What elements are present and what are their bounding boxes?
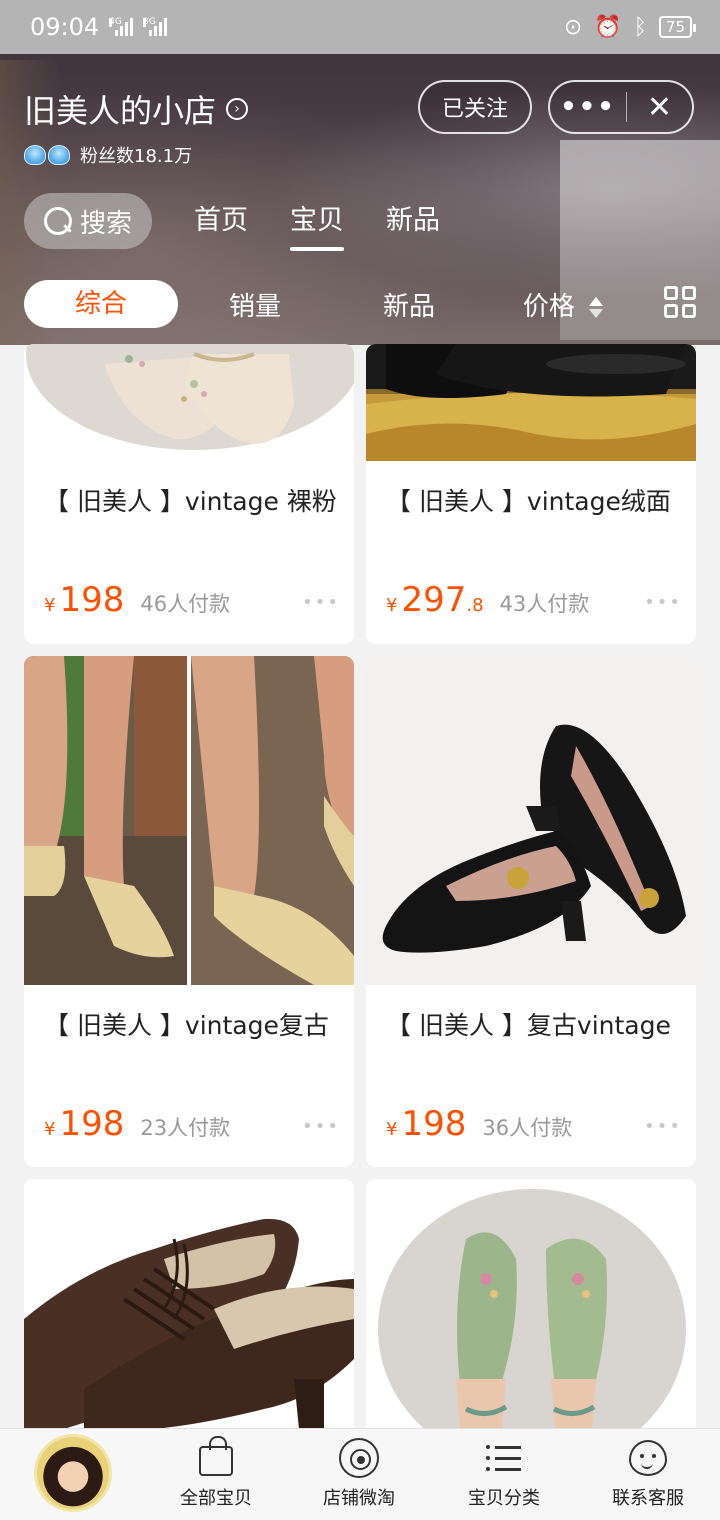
currency-symbol: ¥: [386, 1119, 398, 1140]
sort-sales[interactable]: 销量: [178, 286, 332, 323]
chevron-right-icon: ›: [226, 98, 249, 120]
product-title: 【 旧美人 】复古vintage: [386, 1011, 671, 1040]
shop-avatar[interactable]: [34, 1434, 112, 1512]
network-type-label: 4G: [109, 17, 122, 27]
shop-name[interactable]: 旧美人的小店 ›: [24, 86, 249, 132]
shoe-image: [366, 1179, 696, 1439]
product-title: 【 旧美人 】vintage复古: [44, 1011, 329, 1040]
more-options-icon[interactable]: •••: [302, 1116, 340, 1137]
tab-items[interactable]: 宝贝: [290, 193, 344, 251]
price-value: 198: [59, 580, 125, 620]
sales-count: 43人付款: [499, 592, 590, 616]
tab-customer-service-label: 联系客服: [612, 1488, 684, 1509]
price-decimal: .8: [466, 595, 484, 616]
shoe-image: [24, 1179, 354, 1439]
tab-categories-label: 宝贝分类: [468, 1488, 540, 1509]
shoe-image: [24, 656, 354, 985]
price-value: 198: [401, 1104, 467, 1144]
more-icon[interactable]: •••: [550, 92, 626, 122]
customer-service-icon: [629, 1440, 667, 1476]
shoe-image: [366, 344, 696, 461]
tab-customer-service[interactable]: 联系客服: [588, 1436, 708, 1510]
product-image: [24, 656, 354, 985]
product-image: [24, 1179, 354, 1439]
shop-fans: 粉丝数18.1万: [24, 142, 192, 168]
tab-new[interactable]: 新品: [386, 193, 440, 249]
fans-count-label: 粉丝数18.1万: [80, 146, 193, 167]
product-card[interactable]: 【 旧美人 】vintage复古 ¥ 198 23人付款 •••: [24, 656, 354, 1167]
currency-symbol: ¥: [44, 1119, 56, 1140]
grid-view-icon[interactable]: [664, 286, 696, 318]
product-image: [366, 344, 696, 461]
crown-badge-icon: [24, 145, 70, 165]
search-label: 搜索: [79, 208, 132, 239]
bluetooth-icon: ᛒ: [633, 14, 647, 40]
shoe-image: [366, 656, 696, 985]
product-title: 【 旧美人 】vintage绒面: [386, 487, 671, 516]
sort-new[interactable]: 新品: [332, 286, 486, 323]
close-icon[interactable]: ✕: [627, 90, 692, 125]
network-type-label-2: 3G: [143, 17, 156, 27]
product-card[interactable]: [24, 1179, 354, 1439]
lock-rotation-icon: ⊙: [563, 14, 583, 40]
tab-shop-feed[interactable]: 店铺微淘: [299, 1436, 419, 1510]
currency-symbol: ¥: [44, 595, 56, 616]
price-value: 297: [401, 580, 467, 620]
sales-count: 23人付款: [140, 1116, 231, 1140]
tab-all-items-label: 全部宝贝: [180, 1488, 252, 1509]
currency-symbol: ¥: [386, 595, 398, 616]
mini-program-capsule: ••• ✕: [548, 80, 694, 134]
sales-count: 36人付款: [482, 1116, 573, 1140]
product-image: [366, 656, 696, 985]
product-card[interactable]: 【 旧美人 】vintage绒面 ¥ 297 .8 43人付款 •••: [366, 344, 696, 644]
shop-nav: 搜索 首页 宝贝 新品: [24, 193, 440, 251]
list-icon: [486, 1445, 522, 1471]
search-icon: [43, 207, 72, 235]
signal-icon: 4G: [109, 17, 134, 36]
shoe-image: [26, 344, 354, 450]
product-price: ¥ 198 46人付款: [44, 580, 230, 620]
sort-price[interactable]: 价格: [486, 286, 640, 323]
product-title: 【 旧美人 】vintage 裸粉: [44, 487, 337, 516]
sort-bar: 综合 销量 新品 价格: [24, 280, 700, 328]
follow-button[interactable]: 已关注: [418, 80, 532, 134]
search-button[interactable]: 搜索: [24, 193, 152, 249]
tab-categories[interactable]: 宝贝分类: [444, 1436, 564, 1510]
sales-count: 46人付款: [140, 592, 231, 616]
shop-name-label: 旧美人的小店: [24, 92, 217, 130]
product-price: ¥ 297 .8 43人付款: [386, 580, 589, 620]
tab-shop-feed-label: 店铺微淘: [323, 1488, 395, 1509]
price-value: 198: [59, 1104, 125, 1144]
product-card[interactable]: 【 旧美人 】vintage 裸粉 ¥ 198 46人付款 •••: [24, 344, 354, 644]
product-price: ¥ 198 36人付款: [386, 1104, 572, 1144]
more-options-icon[interactable]: •••: [302, 592, 340, 613]
broadcast-icon: [339, 1438, 379, 1478]
product-card[interactable]: [366, 1179, 696, 1439]
battery-icon: 75: [658, 16, 697, 38]
sort-arrows-icon: [589, 296, 604, 318]
sort-comprehensive[interactable]: 综合: [24, 280, 178, 328]
tab-all-items[interactable]: 全部宝贝: [156, 1436, 276, 1510]
status-time: 09:04: [30, 13, 100, 41]
more-options-icon[interactable]: •••: [644, 592, 682, 613]
bag-icon: [199, 1436, 233, 1476]
alarm-icon: ⏰: [594, 14, 622, 40]
product-card[interactable]: 【 旧美人 】复古vintage ¥ 198 36人付款 •••: [366, 656, 696, 1167]
tab-home[interactable]: 首页: [194, 193, 248, 249]
signal-icon-2: 3G: [143, 17, 168, 36]
product-image: [366, 1179, 696, 1439]
status-bar: 09:04 4G 3G ⊙ ⏰ ᛒ 75: [0, 0, 720, 54]
more-options-icon[interactable]: •••: [644, 1116, 682, 1137]
sort-price-label: 价格: [522, 291, 575, 322]
product-image: [24, 344, 354, 464]
product-price: ¥ 198 23人付款: [44, 1104, 230, 1144]
